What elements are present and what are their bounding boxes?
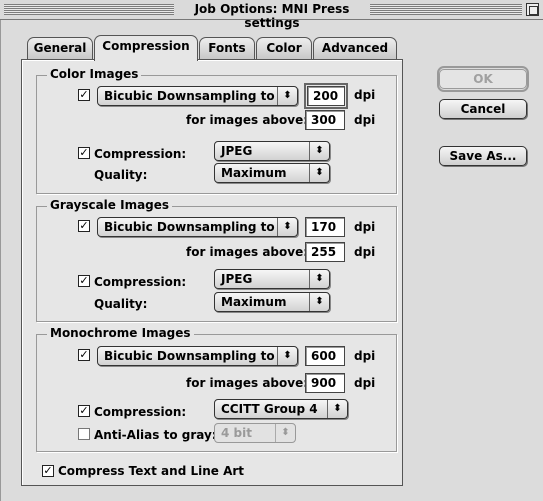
grayscale-compression-label: Compression: [94, 275, 187, 289]
grayscale-downsample-method-value: Bicubic Downsampling to [104, 220, 275, 234]
zoom-box-icon[interactable] [526, 3, 539, 16]
color-above-unit: dpi [354, 113, 376, 127]
tab-general-label: General [33, 41, 87, 55]
tab-general[interactable]: General [27, 37, 93, 59]
cancel-button[interactable]: Cancel [439, 99, 527, 119]
color-quality-value: Maximum [221, 166, 287, 180]
grayscale-compression-value: JPEG [221, 272, 253, 286]
check-mark-icon: ✓ [79, 274, 89, 287]
popup-arrows-icon: ⬍ [277, 347, 297, 365]
monochrome-compression-popup[interactable]: CCITT Group 4 ⬍ [214, 399, 348, 419]
monochrome-compression-checkbox[interactable]: ✓ [78, 405, 90, 417]
tab-advanced-label: Advanced [321, 41, 389, 55]
grayscale-above-unit: dpi [354, 245, 376, 259]
color-compression-label: Compression: [94, 147, 187, 161]
tab-color-label: Color [266, 41, 302, 55]
title-bar[interactable]: Job Options: MNI Press settings [0, 0, 543, 30]
grayscale-quality-value: Maximum [221, 295, 287, 309]
check-mark-icon: ✓ [79, 146, 89, 159]
check-mark-icon: ✓ [79, 88, 89, 101]
tab-fonts-label: Fonts [208, 41, 246, 55]
title-bar-stripes-left [4, 4, 174, 15]
color-above-field[interactable]: 300 [305, 110, 345, 130]
color-downsample-checkbox[interactable]: ✓ [78, 89, 90, 101]
color-downsample-method-popup[interactable]: Bicubic Downsampling to ⬍ [97, 86, 298, 106]
color-compression-checkbox[interactable]: ✓ [78, 147, 90, 159]
grayscale-quality-label: Quality: [94, 297, 148, 311]
popup-arrows-icon: ⬍ [309, 293, 329, 311]
grayscale-quality-popup[interactable]: Maximum ⬍ [214, 292, 330, 312]
monochrome-images-title: Monochrome Images [47, 326, 194, 340]
monochrome-antialias-value: 4 bit [221, 426, 252, 440]
color-compression-popup[interactable]: JPEG ⬍ [214, 141, 330, 161]
color-downsample-method-value: Bicubic Downsampling to [104, 89, 275, 103]
color-resolution-field[interactable]: 200 [304, 83, 348, 109]
popup-arrows-icon: ⬍ [277, 218, 297, 236]
monochrome-resolution-unit: dpi [354, 349, 376, 363]
monochrome-compression-label: Compression: [94, 405, 187, 419]
check-mark-icon: ✓ [79, 348, 89, 361]
color-quality-popup[interactable]: Maximum ⬍ [214, 163, 330, 183]
grayscale-resolution-field[interactable]: 170 [305, 217, 345, 237]
grayscale-compression-checkbox[interactable]: ✓ [78, 275, 90, 287]
grayscale-above-field[interactable]: 255 [305, 242, 345, 262]
tab-compression[interactable]: Compression [94, 35, 198, 61]
popup-arrows-icon: ⬍ [309, 270, 329, 288]
check-mark-icon: ✓ [79, 219, 89, 232]
monochrome-downsample-method-value: Bicubic Downsampling to [104, 349, 275, 363]
monochrome-antialias-checkbox[interactable] [78, 428, 90, 440]
popup-arrows-icon: ⬍ [275, 424, 295, 442]
check-mark-icon: ✓ [79, 404, 89, 417]
grayscale-compression-popup[interactable]: JPEG ⬍ [214, 269, 330, 289]
color-resolution-unit: dpi [354, 88, 376, 102]
title-bar-stripes-right [370, 4, 522, 15]
popup-arrows-icon: ⬍ [309, 164, 329, 182]
grayscale-above-label: for images above: [186, 245, 309, 259]
tab-advanced[interactable]: Advanced [313, 37, 397, 59]
compress-text-label: Compress Text and Line Art [58, 464, 245, 478]
monochrome-above-field[interactable]: 900 [305, 373, 345, 393]
monochrome-resolution-field[interactable]: 600 [305, 346, 345, 366]
save-as-button[interactable]: Save As... [439, 146, 527, 166]
monochrome-antialias-label: Anti-Alias to gray: [94, 428, 217, 442]
monochrome-compression-value: CCITT Group 4 [221, 402, 318, 416]
monochrome-downsample-method-popup[interactable]: Bicubic Downsampling to ⬍ [97, 346, 298, 366]
compress-text-checkbox[interactable]: ✓ [42, 465, 54, 477]
monochrome-above-unit: dpi [354, 376, 376, 390]
grayscale-downsample-checkbox[interactable]: ✓ [78, 220, 90, 232]
popup-arrows-icon: ⬍ [327, 400, 347, 418]
color-images-title: Color Images [47, 67, 142, 81]
grayscale-images-title: Grayscale Images [47, 198, 173, 212]
tab-color[interactable]: Color [256, 37, 312, 59]
ok-button[interactable]: OK [439, 69, 527, 89]
popup-arrows-icon: ⬍ [309, 142, 329, 160]
monochrome-antialias-popup[interactable]: 4 bit ⬍ [214, 423, 296, 443]
grayscale-downsample-method-popup[interactable]: Bicubic Downsampling to ⬍ [97, 217, 298, 237]
monochrome-above-label: for images above: [186, 376, 309, 390]
tab-fonts[interactable]: Fonts [199, 37, 255, 59]
grayscale-resolution-unit: dpi [354, 220, 376, 234]
color-compression-value: JPEG [221, 144, 253, 158]
color-above-label: for images above: [186, 113, 309, 127]
color-quality-label: Quality: [94, 168, 148, 182]
monochrome-downsample-checkbox[interactable]: ✓ [78, 349, 90, 361]
check-mark-icon: ✓ [43, 464, 53, 477]
popup-arrows-icon: ⬍ [277, 87, 297, 105]
tab-compression-label: Compression [102, 39, 190, 53]
